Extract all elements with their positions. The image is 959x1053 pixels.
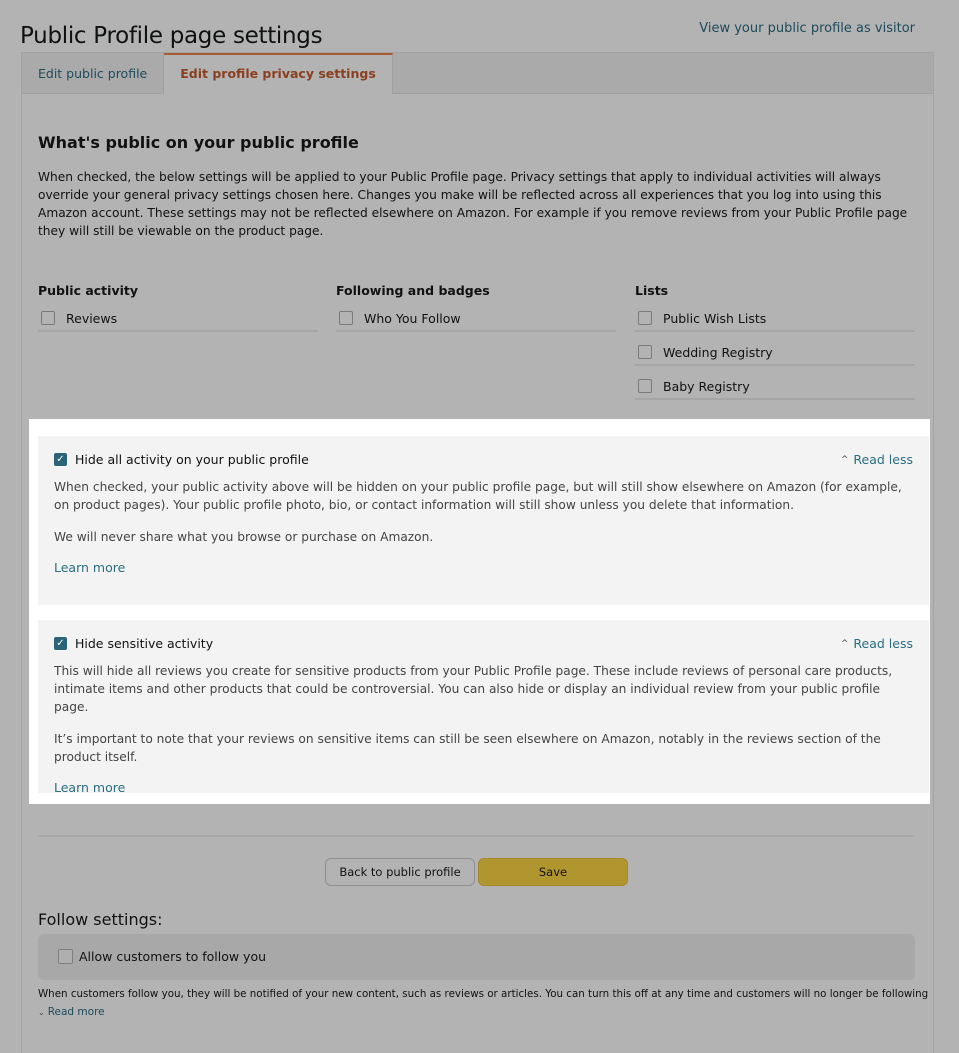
save-button[interactable]: Save	[478, 858, 628, 886]
follow-settings-heading: Follow settings:	[38, 910, 163, 929]
option-reviews[interactable]: Reviews	[38, 306, 318, 332]
option-who-you-follow[interactable]: Who You Follow	[336, 306, 616, 332]
tab-edit-privacy-settings[interactable]: Edit profile privacy settings	[164, 53, 393, 94]
read-more-link[interactable]: ⌄ Read more	[38, 1006, 105, 1018]
option-label: Who You Follow	[364, 310, 461, 326]
card-hide-sensitive-activity: ✓ Hide sensitive activity ^ Read less Thi…	[38, 620, 929, 795]
tab-edit-public-profile[interactable]: Edit public profile	[22, 53, 165, 93]
section-divider	[38, 835, 914, 837]
checkbox-unchecked-icon[interactable]	[58, 949, 73, 964]
read-less-label: Read less	[853, 451, 913, 467]
column-following-badges: Following and badges Who You Follow	[336, 283, 616, 340]
checkbox-unchecked-icon[interactable]	[339, 311, 353, 325]
option-label: Reviews	[66, 310, 118, 326]
card-hide-all-activity: ✓ Hide all activity on your public profi…	[38, 436, 929, 605]
read-more-label: Read more	[47, 1006, 105, 1018]
column-heading: Public activity	[38, 283, 138, 298]
learn-more-link[interactable]: Learn more	[54, 780, 125, 795]
checkbox-checked-icon[interactable]: ✓	[54, 452, 67, 466]
column-lists: Lists Public Wish Lists Wedding Registry…	[635, 283, 915, 408]
checkbox-unchecked-icon[interactable]	[41, 311, 55, 325]
checkbox-checked-icon[interactable]: ✓	[54, 636, 67, 650]
chevron-down-icon: ⌄	[38, 1008, 45, 1017]
option-label: Baby Registry	[663, 378, 750, 394]
chevron-up-icon: ^	[840, 454, 849, 465]
allow-follow-option[interactable]: Allow customers to follow you	[58, 949, 266, 964]
view-as-visitor-link[interactable]: View your public profile as visitor	[699, 21, 915, 36]
back-to-public-profile-button[interactable]: Back to public profile	[325, 858, 475, 886]
card-paragraph: This will hide all reviews you create fo…	[54, 664, 893, 714]
column-heading: Following and badges	[336, 283, 490, 298]
allow-follow-label: Allow customers to follow you	[79, 949, 267, 964]
card-paragraph: It’s important to note that your reviews…	[54, 732, 881, 764]
card-title[interactable]: Hide sensitive activity	[75, 636, 841, 651]
option-wedding-registry[interactable]: Wedding Registry	[635, 340, 915, 366]
highlighted-region: ✓ Hide all activity on your public profi…	[29, 419, 930, 804]
option-baby-registry[interactable]: Baby Registry	[635, 374, 915, 400]
read-less-link[interactable]: ^ Read less	[841, 452, 913, 467]
privacy-section-heading: What's public on your public profile	[38, 133, 359, 152]
chevron-up-icon: ^	[840, 638, 849, 649]
read-less-label: Read less	[853, 635, 913, 651]
learn-more-link[interactable]: Learn more	[54, 560, 125, 575]
tab-bar: Edit public profile Edit profile privacy…	[22, 53, 933, 94]
privacy-description: When checked, the below settings will be…	[38, 170, 908, 238]
column-heading: Lists	[635, 283, 669, 298]
checkbox-unchecked-icon[interactable]	[638, 311, 652, 325]
option-public-wish-lists[interactable]: Public Wish Lists	[635, 306, 915, 332]
option-label: Wedding Registry	[663, 344, 773, 360]
card-paragraph: We will never share what you browse or p…	[54, 530, 434, 544]
checkbox-unchecked-icon[interactable]	[638, 345, 652, 359]
read-less-link[interactable]: ^ Read less	[841, 636, 913, 651]
page-title: Public Profile page settings	[20, 23, 323, 50]
follow-option-box: Allow customers to follow you	[38, 934, 915, 980]
card-paragraph: When checked, your public activity above…	[54, 480, 902, 512]
option-label: Public Wish Lists	[663, 310, 767, 326]
card-title[interactable]: Hide all activity on your public profile	[75, 452, 841, 467]
follow-description: When customers follow you, they will be …	[38, 988, 928, 1000]
column-public-activity: Public activity Reviews	[38, 283, 318, 340]
checkbox-unchecked-icon[interactable]	[638, 379, 652, 393]
